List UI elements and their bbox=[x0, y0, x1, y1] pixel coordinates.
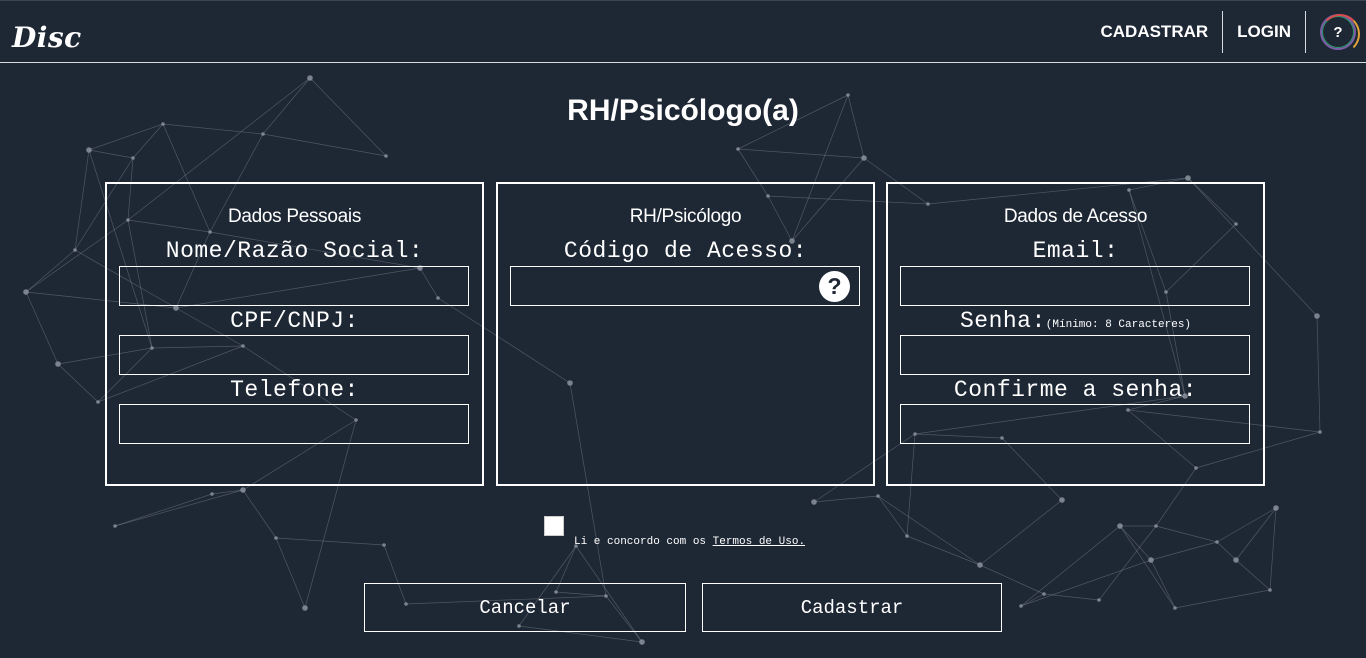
email-input[interactable] bbox=[901, 267, 1249, 305]
nav-register-link[interactable]: CADASTRAR bbox=[1090, 11, 1218, 53]
name-field bbox=[119, 266, 469, 306]
access-code-input[interactable] bbox=[511, 267, 859, 305]
access-code-field: ? bbox=[510, 266, 860, 306]
phone-field bbox=[119, 404, 469, 444]
terms-text-line: Li e concordo com os Termos de Uso. bbox=[574, 536, 805, 548]
cpf-field bbox=[119, 335, 469, 375]
cancel-button[interactable]: Cancelar bbox=[364, 583, 686, 632]
terms-checkbox[interactable] bbox=[544, 516, 564, 536]
name-input[interactable] bbox=[120, 267, 468, 305]
email-field bbox=[900, 266, 1250, 306]
password-note: (Mínimo: 8 Caracteres) bbox=[1045, 319, 1192, 331]
personal-data-panel: Dados Pessoais Nome/Razão Social: CPF/CN… bbox=[105, 182, 484, 486]
access-code-label: Código de Acesso: bbox=[563, 238, 808, 264]
nav-links: CADASTRAR LOGIN ? bbox=[1090, 11, 1360, 54]
page-title: RH/Psicólogo(a) bbox=[567, 94, 799, 127]
register-button[interactable]: Cadastrar bbox=[702, 583, 1002, 632]
nav-divider bbox=[1222, 11, 1224, 53]
panel-title-personal: Dados Pessoais bbox=[227, 206, 362, 227]
password-label: Senha: bbox=[959, 308, 1046, 334]
confirm-password-input[interactable] bbox=[901, 405, 1249, 443]
email-label: Email: bbox=[1032, 238, 1119, 264]
hr-panel: RH/Psicólogo Código de Acesso: ? bbox=[496, 182, 875, 486]
confirm-password-field bbox=[900, 404, 1250, 444]
nav-login-link[interactable]: LOGIN bbox=[1227, 11, 1301, 53]
phone-input[interactable] bbox=[120, 405, 468, 443]
cpf-input[interactable] bbox=[120, 336, 468, 374]
terms-of-use-link[interactable]: Termos de Uso. bbox=[713, 536, 805, 548]
help-icon[interactable]: ? bbox=[1320, 14, 1360, 54]
app-logo[interactable]: Disc bbox=[12, 21, 82, 54]
top-navbar: Disc CADASTRAR LOGIN ? bbox=[0, 0, 1366, 63]
cpf-label: CPF/CNPJ: bbox=[230, 308, 359, 334]
panel-title-hr: RH/Psicólogo bbox=[629, 206, 742, 227]
question-circle-icon[interactable]: ? bbox=[819, 271, 850, 302]
confirm-password-label: Confirme a senha: bbox=[953, 377, 1198, 403]
access-data-panel: Dados de Acesso Email: Senha:(Mínimo: 8 … bbox=[886, 182, 1265, 486]
name-label: Nome/Razão Social: bbox=[165, 238, 424, 264]
phone-label: Telefone: bbox=[230, 377, 359, 403]
password-field bbox=[900, 335, 1250, 375]
terms-text: Li e concordo com os bbox=[574, 536, 713, 548]
password-label-row: Senha:(Mínimo: 8 Caracteres) bbox=[888, 308, 1263, 334]
nav-divider bbox=[1305, 11, 1306, 53]
password-input[interactable] bbox=[901, 336, 1249, 374]
panel-title-access: Dados de Acesso bbox=[1003, 206, 1148, 227]
